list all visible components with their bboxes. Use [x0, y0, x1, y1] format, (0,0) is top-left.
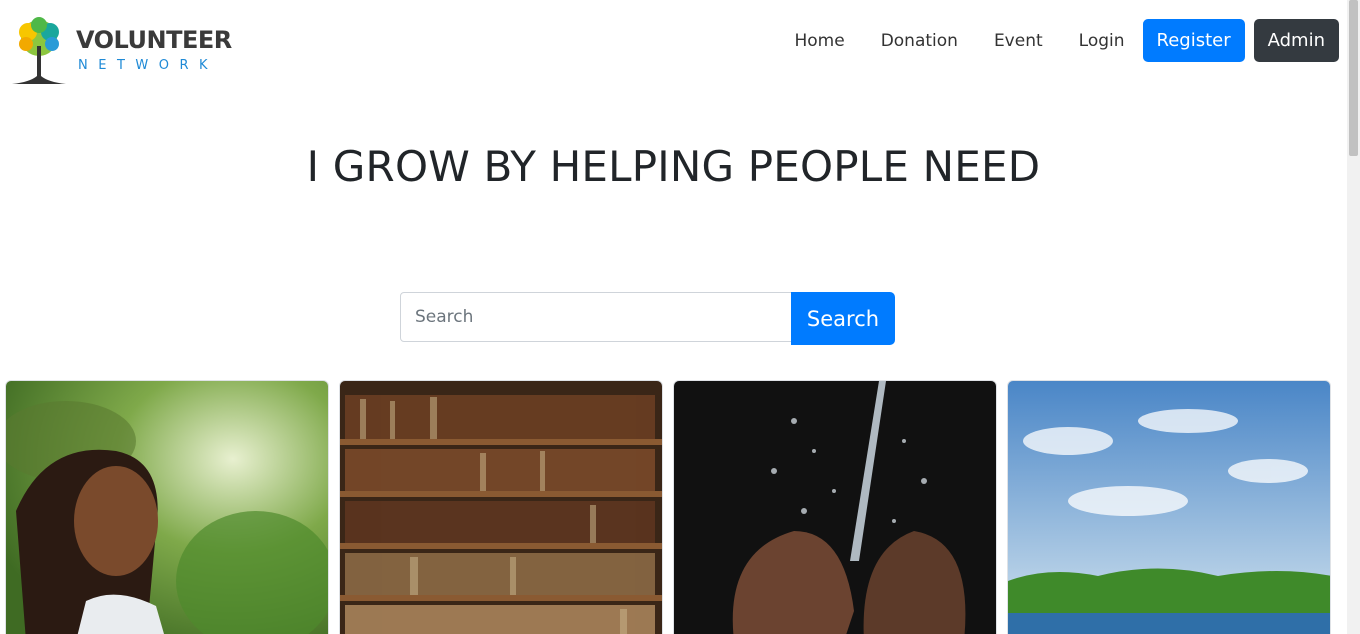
nav-donation[interactable]: Donation: [881, 31, 958, 51]
search-input[interactable]: [400, 292, 792, 342]
main-nav: Home Donation Event Login Register Admin: [776, 19, 1339, 62]
child-smiling-image: [6, 381, 328, 634]
page-headline: I GROW BY HELPING PEOPLE NEED: [306, 142, 1041, 191]
search-bar: Search: [400, 292, 895, 345]
scrollbar-thumb[interactable]: [1349, 0, 1358, 156]
tree-logo-icon: [12, 17, 66, 84]
event-cards: [5, 380, 1341, 634]
register-button[interactable]: Register: [1142, 19, 1245, 62]
water-hands-image: [674, 381, 996, 634]
search-button[interactable]: Search: [791, 292, 895, 345]
brand-title: VOLUNTEER: [76, 26, 232, 54]
nav-event[interactable]: Event: [994, 31, 1043, 51]
brand-logo[interactable]: VOLUNTEER NETWORK: [6, 16, 236, 86]
nav-home[interactable]: Home: [794, 31, 844, 51]
event-card-4[interactable]: [1007, 380, 1331, 634]
river-landscape-image: [1008, 381, 1330, 634]
nav-login[interactable]: Login: [1079, 31, 1125, 51]
page-scrollbar[interactable]: [1347, 0, 1360, 634]
event-card-3[interactable]: [673, 380, 997, 634]
admin-button[interactable]: Admin: [1253, 19, 1339, 62]
event-card-2[interactable]: [339, 380, 663, 634]
event-card-1[interactable]: [5, 380, 329, 634]
bookshelf-image: [340, 381, 662, 634]
brand-subtitle: NETWORK: [78, 58, 219, 73]
